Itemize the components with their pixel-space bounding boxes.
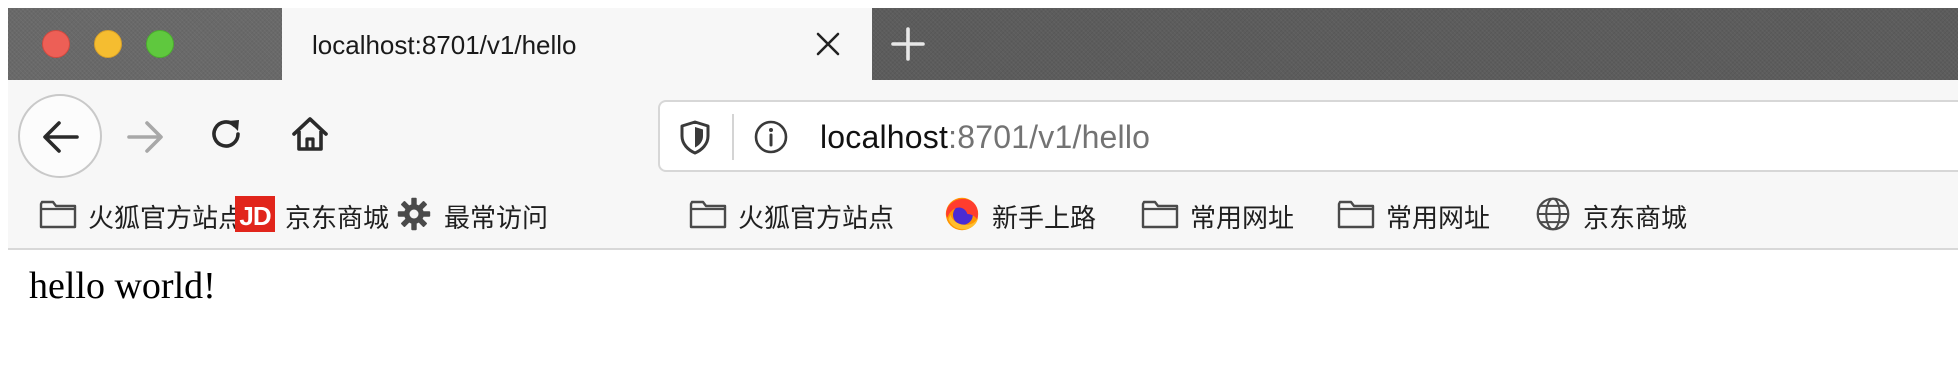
bookmark-label: 火狐官方站点	[738, 204, 895, 234]
plus-icon[interactable]	[888, 24, 928, 64]
page-content: hello world!	[8, 250, 1958, 388]
minimize-window-button[interactable]	[94, 30, 122, 58]
back-button[interactable]	[18, 94, 102, 178]
maximize-window-button[interactable]	[146, 30, 174, 58]
globe-icon	[1536, 197, 1570, 231]
gear-icon	[397, 197, 431, 231]
url-divider	[732, 114, 734, 160]
folder-icon	[1337, 200, 1375, 229]
page-text: hello world!	[29, 265, 216, 307]
forward-button[interactable]	[122, 114, 168, 160]
tab-strip: localhost:8701/v1/hello	[8, 8, 1958, 80]
bookmark-label: 京东商城	[1583, 204, 1688, 234]
url-path: :8701/v1/hello	[948, 119, 1151, 155]
bookmark-label: 京东商城	[285, 204, 390, 234]
info-icon[interactable]	[752, 118, 790, 156]
reload-icon	[212, 120, 240, 148]
firefox-icon	[945, 197, 979, 231]
bookmark-label: 常用网址	[1386, 204, 1491, 234]
folder-icon	[39, 200, 77, 229]
reload-button[interactable]	[204, 112, 248, 156]
window-controls	[8, 8, 282, 80]
navigation-toolbar: localhost:8701/v1/hello	[8, 80, 1958, 180]
arrow-left-icon	[43, 121, 79, 153]
bookmark-label: 最常访问	[444, 204, 549, 234]
folder-icon	[1141, 200, 1179, 229]
arrow-right-icon	[127, 121, 163, 153]
close-window-button[interactable]	[42, 30, 70, 58]
shield-icon[interactable]	[676, 118, 714, 156]
browser-window: localhost:8701/v1/hello localhost:8701/v…	[8, 8, 1958, 388]
folder-icon	[689, 200, 727, 229]
tab-active[interactable]: localhost:8701/v1/hello	[282, 8, 872, 80]
bookmark-label: 常用网址	[1190, 204, 1295, 234]
url-text[interactable]: localhost:8701/v1/hello	[820, 119, 1150, 156]
tab-title: localhost:8701/v1/hello	[312, 30, 577, 60]
home-button[interactable]	[288, 112, 332, 156]
close-icon[interactable]	[812, 28, 844, 60]
jd-icon: JD	[235, 196, 275, 232]
url-host: localhost	[820, 119, 949, 155]
home-icon	[292, 117, 328, 151]
bookmarks-toolbar: 火狐官方站点 JD 京东商城 最常访问 火狐官方站点 新手上路 常用网址 常用网…	[8, 180, 1958, 250]
bookmark-label: 新手上路	[992, 204, 1097, 234]
address-bar[interactable]: localhost:8701/v1/hello	[658, 100, 1958, 172]
bookmark-label: 火狐官方站点	[88, 204, 245, 234]
